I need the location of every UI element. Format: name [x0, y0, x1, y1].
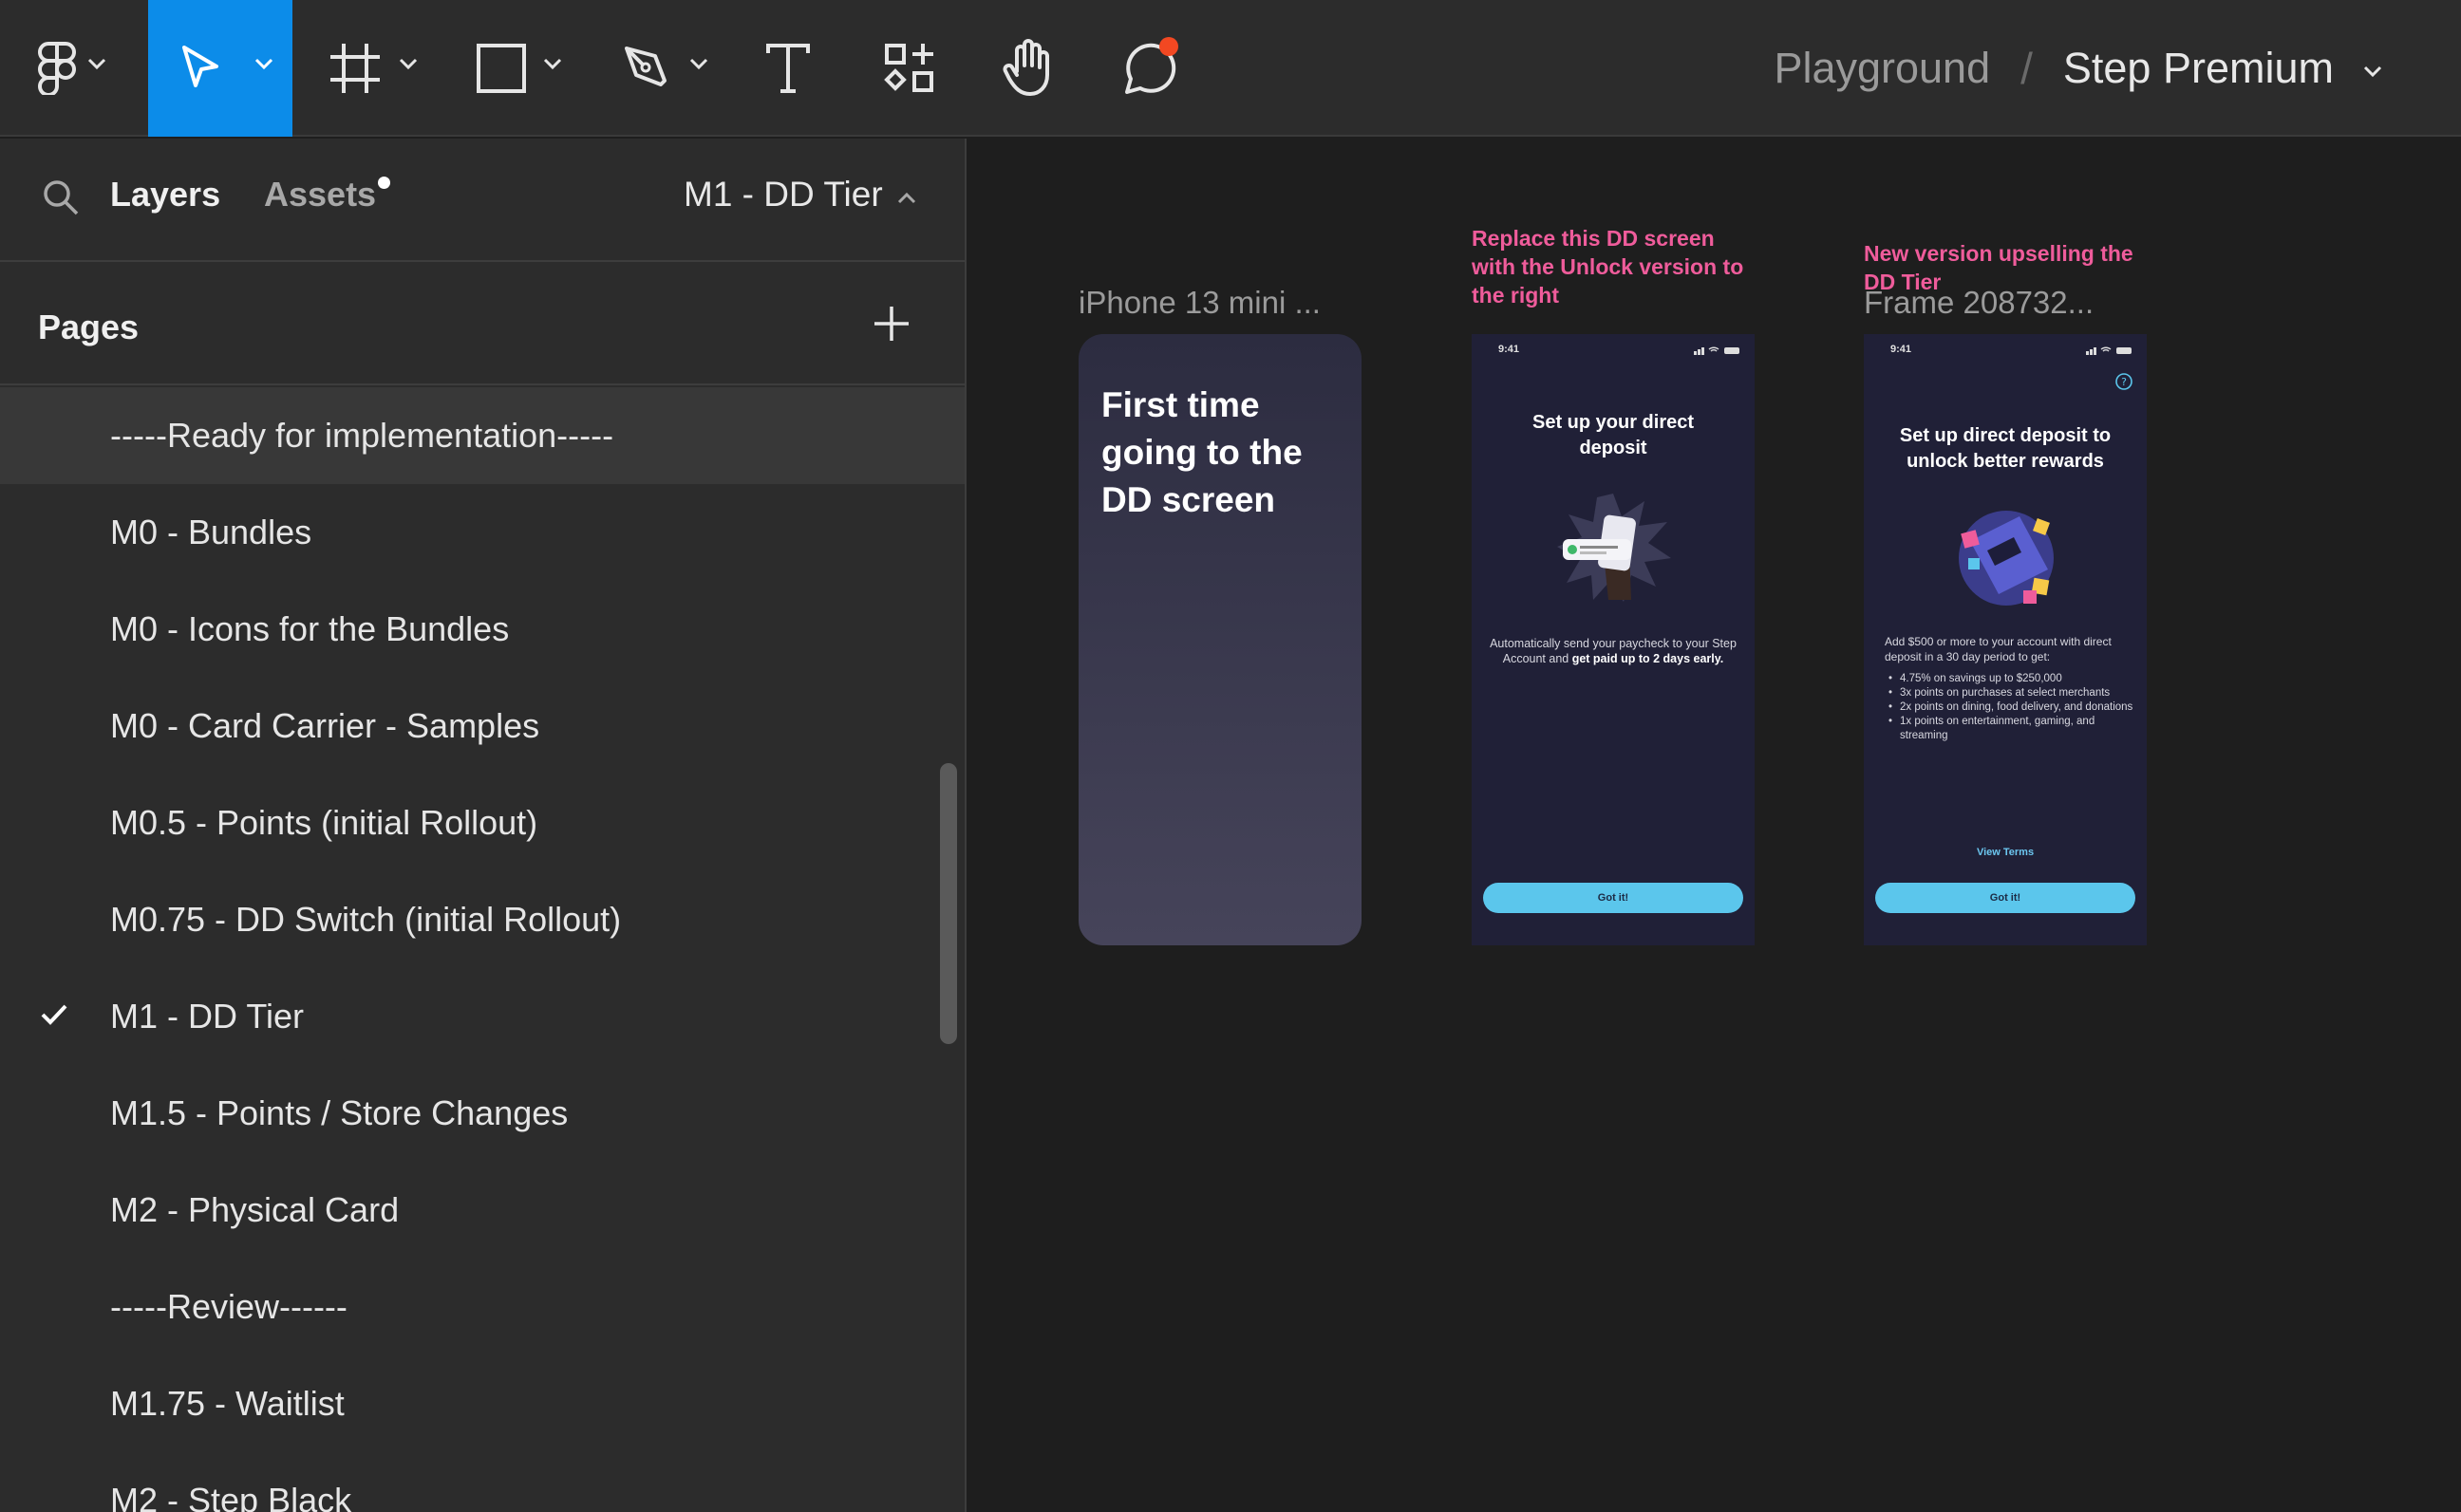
- project-name[interactable]: Step Premium: [2063, 44, 2334, 93]
- page-label: M1.75 - Waitlist: [110, 1384, 345, 1423]
- svg-text:?: ?: [2121, 376, 2127, 388]
- screen-body-bold: get paid up to 2 days early.: [1571, 652, 1724, 665]
- phone-hand-illustration: [1557, 494, 1671, 602]
- move-tool-button[interactable]: [148, 0, 292, 137]
- rectangle-icon: [477, 44, 526, 93]
- pages-scrollbar[interactable]: [940, 763, 957, 1044]
- screen-body: Automatically send your paycheck to your…: [1489, 636, 1738, 666]
- chevron-down-icon: [689, 58, 708, 70]
- chevron-down-icon: [87, 58, 106, 70]
- breadcrumb-separator: /: [2020, 44, 2033, 93]
- page-list: -----Ready for implementation----- M0 - …: [0, 387, 965, 1512]
- page-label: -----Ready for implementation-----: [110, 416, 614, 455]
- hand-tool-button[interactable]: [989, 0, 1069, 137]
- notification-badge: [1159, 37, 1178, 56]
- panel-header: Layers Assets M1 - DD Tier: [0, 139, 965, 262]
- benefit-item: 3x points on purchases at select merchan…: [1887, 686, 2133, 700]
- annotation-note: Replace this DD screen with the Unlock v…: [1472, 226, 1744, 308]
- checkmark-icon: [41, 1004, 67, 1025]
- canvas[interactable]: iPhone 13 mini ... First time going to t…: [968, 139, 2461, 1512]
- figma-logo-icon: [38, 42, 76, 95]
- comment-icon: [1125, 37, 1178, 94]
- frame-first-time[interactable]: First time going to the DD screen: [1079, 334, 1362, 945]
- pages-title: Pages: [38, 308, 140, 346]
- page-label: -----Review------: [110, 1287, 348, 1326]
- status-time: 9:41: [1890, 344, 1912, 355]
- status-icons: [2086, 346, 2132, 355]
- left-panel: Layers Assets M1 - DD Tier Pages -----Re…: [0, 139, 967, 1512]
- add-page-icon[interactable]: [872, 304, 911, 344]
- page-label: M0.75 - DD Switch (initial Rollout): [110, 900, 622, 939]
- page-item-m175-waitlist[interactable]: M1.75 - Waitlist: [0, 1355, 965, 1452]
- page-item-m2-step-black[interactable]: M2 - Step Black: [0, 1452, 965, 1512]
- page-item-m0-card-carrier[interactable]: M0 - Card Carrier - Samples: [0, 678, 965, 775]
- hand-icon: [1003, 39, 1049, 96]
- page-label: M1 - DD Tier: [110, 997, 305, 1036]
- chevron-down-icon: [254, 58, 273, 70]
- page-item-review[interactable]: -----Review------: [0, 1259, 965, 1355]
- comment-tool-button[interactable]: [1111, 0, 1187, 137]
- page-label: M2 - Step Black: [110, 1481, 352, 1512]
- page-item-m15-points-store[interactable]: M1.5 - Points / Store Changes: [0, 1065, 965, 1162]
- search-icon[interactable]: [42, 178, 80, 216]
- screen-title: Set up your direct deposit: [1531, 412, 1695, 458]
- got-it-button[interactable]: Got it!: [1483, 883, 1743, 913]
- shape-tool-button[interactable]: [465, 0, 579, 137]
- page-item-ready-for-implementation[interactable]: -----Ready for implementation-----: [0, 387, 965, 484]
- toolbar: Playground / Step Premium: [0, 0, 2461, 137]
- rewards-card-illustration: [1959, 511, 2054, 606]
- chevron-down-icon: [543, 58, 562, 70]
- text-t-icon: [766, 44, 810, 93]
- pen-tool-button[interactable]: [611, 0, 725, 137]
- screen-title: Set up direct deposit to unlock better r…: [1899, 425, 2112, 472]
- assets-update-dot: [378, 177, 390, 189]
- page-label: M0 - Icons for the Bundles: [110, 609, 510, 648]
- page-label: M1.5 - Points / Store Changes: [110, 1093, 569, 1132]
- chevron-up-icon[interactable]: [896, 192, 917, 205]
- status-time: 9:41: [1498, 344, 1520, 355]
- main-menu-button[interactable]: [0, 0, 141, 137]
- benefit-item: 1x points on entertainment, gaming, and …: [1887, 715, 2133, 743]
- chevron-down-icon[interactable]: [2362, 65, 2383, 78]
- page-item-m05-points[interactable]: M0.5 - Points (initial Rollout): [0, 775, 965, 871]
- page-item-m1-dd-tier[interactable]: M1 - DD Tier: [0, 968, 965, 1065]
- status-icons: [1694, 346, 1739, 355]
- resources-icon: [884, 44, 933, 92]
- benefit-item: 4.75% on savings up to $250,000: [1887, 672, 2133, 686]
- frame-unlock-rewards[interactable]: 9:41 ? Set up direct deposit to unlock b…: [1864, 334, 2147, 945]
- page-item-m0-bundles[interactable]: M0 - Bundles: [0, 484, 965, 581]
- file-name[interactable]: Playground: [1774, 44, 1990, 93]
- info-icon[interactable]: ?: [2114, 372, 2133, 391]
- benefit-item: 2x points on dining, food delivery, and …: [1887, 700, 2133, 715]
- page-label: M2 - Physical Card: [110, 1190, 400, 1229]
- page-label: M0.5 - Points (initial Rollout): [110, 803, 538, 842]
- view-terms-link[interactable]: View Terms: [1864, 847, 2147, 858]
- resources-button[interactable]: [872, 0, 948, 137]
- frame-label[interactable]: iPhone 13 mini ...: [1079, 285, 1321, 321]
- page-label: M0 - Card Carrier - Samples: [110, 706, 540, 745]
- frame-dd-screen[interactable]: 9:41 Set up your direct deposit Automati…: [1472, 334, 1755, 945]
- benefits-list: 4.75% on savings up to $250,000 3x point…: [1887, 672, 2133, 743]
- got-it-button[interactable]: Got it!: [1875, 883, 2135, 913]
- pages-header: Pages: [0, 262, 965, 385]
- move-cursor-icon: [182, 46, 218, 87]
- breadcrumb: Playground / Step Premium: [1774, 0, 2383, 137]
- tab-assets[interactable]: Assets: [264, 175, 376, 215]
- page-label: M0 - Bundles: [110, 513, 312, 551]
- text-tool-button[interactable]: [750, 0, 826, 137]
- page-item-m2-physical-card[interactable]: M2 - Physical Card: [0, 1162, 965, 1259]
- frame-text: First time going to the DD screen: [1101, 385, 1303, 519]
- chevron-down-icon: [399, 58, 418, 70]
- page-item-m075-dd-switch[interactable]: M0.75 - DD Switch (initial Rollout): [0, 871, 965, 968]
- page-item-m0-icons[interactable]: M0 - Icons for the Bundles: [0, 581, 965, 678]
- screen-intro: Add $500 or more to your account with di…: [1885, 635, 2112, 663]
- tab-layers[interactable]: Layers: [110, 175, 220, 215]
- pen-icon: [625, 47, 667, 86]
- current-page-selector[interactable]: M1 - DD Tier: [684, 175, 883, 215]
- frame-label[interactable]: Frame 208732...: [1864, 285, 2094, 321]
- frame-hash-icon: [330, 44, 380, 93]
- frame-tool-button[interactable]: [319, 0, 433, 137]
